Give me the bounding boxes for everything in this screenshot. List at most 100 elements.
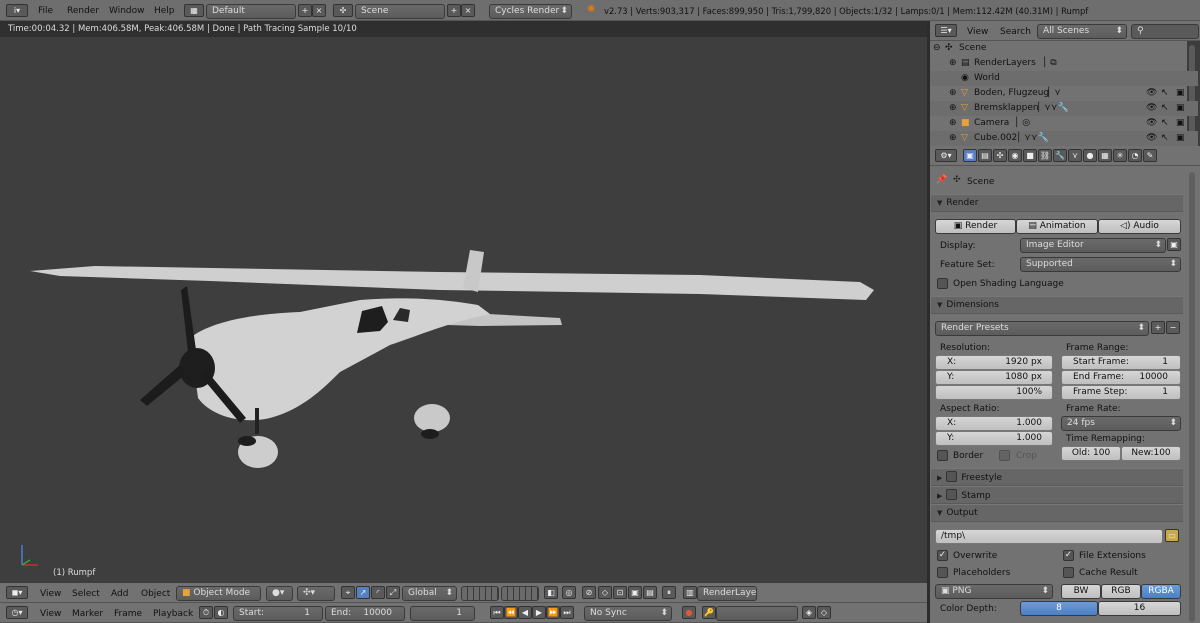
record-icon[interactable]: ●: [682, 606, 696, 619]
select-cursor-icon[interactable]: ↖: [1161, 86, 1169, 101]
pivot-select[interactable]: ✣▾: [297, 586, 335, 601]
remap-old-field[interactable]: Old: 100: [1061, 446, 1121, 461]
menu-render[interactable]: Render: [67, 6, 99, 16]
render-layer-type-icon[interactable]: ▥: [683, 586, 697, 599]
tab-material-icon[interactable]: ●: [1083, 149, 1097, 162]
dimensions-panel-header[interactable]: ▼ Dimensions: [931, 296, 1183, 314]
layer-lock-icon[interactable]: ◧: [544, 586, 558, 599]
remove-layout-icon[interactable]: ×: [312, 4, 326, 17]
cache-result-checkbox[interactable]: [1063, 567, 1074, 578]
manipulator-toggle-icon[interactable]: ⌖: [341, 586, 355, 599]
folder-browse-icon[interactable]: ▭: [1165, 529, 1179, 542]
add-scene-icon[interactable]: +: [447, 4, 461, 17]
view3d-menu-object[interactable]: Object: [141, 589, 170, 599]
crop-checkbox[interactable]: [999, 450, 1010, 461]
tab-extra-icon[interactable]: ✎: [1143, 149, 1157, 162]
overwrite-checkbox[interactable]: ✓: [937, 550, 948, 561]
jump-keyframe-back-icon[interactable]: ⏪: [504, 606, 518, 619]
freestyle-panel-header[interactable]: ▶ Freestyle: [931, 468, 1183, 486]
select-cursor-icon[interactable]: ↖: [1161, 101, 1169, 116]
color-rgba-button[interactable]: RGBA: [1141, 584, 1181, 599]
expand-icon[interactable]: ⊕: [949, 131, 957, 146]
current-frame-field[interactable]: 1: [410, 606, 475, 621]
jump-end-icon[interactable]: ⏭: [560, 606, 574, 619]
expand-icon[interactable]: ⊕: [949, 56, 957, 71]
render-camera-icon[interactable]: ▣: [1176, 101, 1185, 116]
insert-keyframe-icon[interactable]: ◈: [802, 606, 816, 619]
pin-icon[interactable]: 📌: [936, 175, 947, 185]
add-layout-icon[interactable]: +: [298, 4, 312, 17]
preview-range-icon[interactable]: ⏱: [199, 606, 213, 619]
expand-icon[interactable]: ⊕: [949, 101, 957, 116]
render-panel-header[interactable]: ▼ Render: [931, 194, 1183, 212]
tab-renderlayers-icon[interactable]: ▤: [978, 149, 992, 162]
color-depth-16-button[interactable]: 16: [1098, 601, 1181, 616]
orientation-select[interactable]: Global ⬍: [402, 586, 457, 601]
view3d-editor-icon[interactable]: ◼▾: [6, 586, 28, 599]
border-checkbox[interactable]: [937, 450, 948, 461]
display-extra-icon[interactable]: ▣: [1167, 238, 1181, 251]
scene-icon[interactable]: ✣: [333, 4, 353, 17]
tab-object-icon[interactable]: ■: [1023, 149, 1037, 162]
visibility-eye-icon[interactable]: 👁: [1146, 86, 1157, 101]
translate-icon[interactable]: ↗: [356, 586, 370, 599]
resolution-y-field[interactable]: Y: 1080 px: [935, 370, 1053, 385]
select-cursor-icon[interactable]: ↖: [1161, 116, 1169, 131]
placeholders-checkbox[interactable]: [937, 567, 948, 578]
resolution-percentage-field[interactable]: 100%: [935, 385, 1053, 400]
timeline-menu-playback[interactable]: Playback: [153, 609, 193, 619]
view3d-menu-select[interactable]: Select: [72, 589, 100, 599]
info-editor-icon[interactable]: i▾: [6, 4, 28, 17]
outliner-search-input[interactable]: ⚲: [1131, 24, 1199, 39]
collapse-icon[interactable]: ⊖: [933, 41, 941, 56]
display-select[interactable]: Image Editor ⬍: [1020, 238, 1166, 253]
color-depth-8-button[interactable]: 8: [1020, 601, 1098, 616]
snap-element-icon[interactable]: ◇: [598, 586, 612, 599]
stamp-checkbox[interactable]: [946, 489, 958, 500]
mode-select[interactable]: ■ Object Mode: [176, 586, 261, 601]
aspect-y-field[interactable]: Y: 1.000: [935, 431, 1053, 446]
add-preset-icon[interactable]: +: [1151, 321, 1165, 334]
layers-grid-1[interactable]: [461, 586, 499, 601]
outliner-row-bremsklappen[interactable]: ⊕ ▽ Bremsklappen │ ⋎⋎🔧 👁 ↖ ▣: [930, 101, 1198, 116]
outliner-row-camera[interactable]: ⊕ ■ Camera │ ◎ 👁 ↖ ▣: [930, 116, 1198, 131]
menu-help[interactable]: Help: [154, 6, 175, 16]
render-preview-icon[interactable]: ▣: [628, 586, 642, 599]
render-engine-select[interactable]: Cycles Render ⬍: [489, 4, 572, 19]
render-camera-icon[interactable]: ▣: [1176, 86, 1185, 101]
file-format-select[interactable]: ▣ PNG ⬍: [935, 584, 1053, 599]
remove-preset-icon[interactable]: −: [1166, 321, 1180, 334]
scene-field[interactable]: Scene: [355, 4, 445, 19]
snap-target-icon[interactable]: ⊡: [613, 586, 627, 599]
outliner-row-scene[interactable]: ⊖ ✣ Scene: [930, 41, 1198, 56]
expand-icon[interactable]: ⊕: [949, 116, 957, 131]
expand-icon[interactable]: ⊕: [949, 86, 957, 101]
timeline-end-field[interactable]: End: 10000: [325, 606, 405, 621]
outliner-filter-select[interactable]: All Scenes ⬍: [1037, 24, 1127, 39]
render-button[interactable]: ▣ Render: [935, 219, 1016, 234]
color-bw-button[interactable]: BW: [1061, 584, 1101, 599]
outliner-menu-view[interactable]: View: [967, 27, 988, 37]
keying-set-field[interactable]: [716, 606, 798, 621]
color-rgb-button[interactable]: RGB: [1101, 584, 1141, 599]
render-camera-icon[interactable]: ▣: [1176, 131, 1185, 146]
outliner-row-boden[interactable]: ⊕ ▽ Boden, Flugzeug │ ⋎ 👁 ↖ ▣: [930, 86, 1198, 101]
visibility-eye-icon[interactable]: 👁: [1146, 101, 1157, 116]
timeline-menu-view[interactable]: View: [40, 609, 61, 619]
timeline-start-field[interactable]: Start: 1: [233, 606, 323, 621]
properties-scrollbar[interactable]: [1189, 172, 1195, 622]
tab-physics-icon[interactable]: ◔: [1128, 149, 1142, 162]
frame-rate-select[interactable]: 24 fps ⬍: [1061, 416, 1181, 431]
visibility-eye-icon[interactable]: 👁: [1146, 131, 1157, 146]
view3d-menu-add[interactable]: Add: [111, 589, 128, 599]
osl-checkbox[interactable]: [937, 278, 948, 289]
output-path-input[interactable]: /tmp\: [935, 529, 1163, 544]
end-frame-field[interactable]: End Frame: 10000: [1061, 370, 1181, 385]
outliner-menu-search[interactable]: Search: [1000, 27, 1031, 37]
stamp-panel-header[interactable]: ▶ Stamp: [931, 486, 1183, 504]
properties-editor-icon[interactable]: ⚙▾: [935, 149, 957, 162]
tab-constraints-icon[interactable]: ⛓: [1038, 149, 1052, 162]
featureset-select[interactable]: Supported ⬍: [1020, 257, 1181, 272]
timeline-menu-marker[interactable]: Marker: [72, 609, 103, 619]
outliner-row-cube002[interactable]: ⊕ ▽ Cube.002 │ ⋎⋎🔧 👁 ↖ ▣: [930, 131, 1198, 146]
